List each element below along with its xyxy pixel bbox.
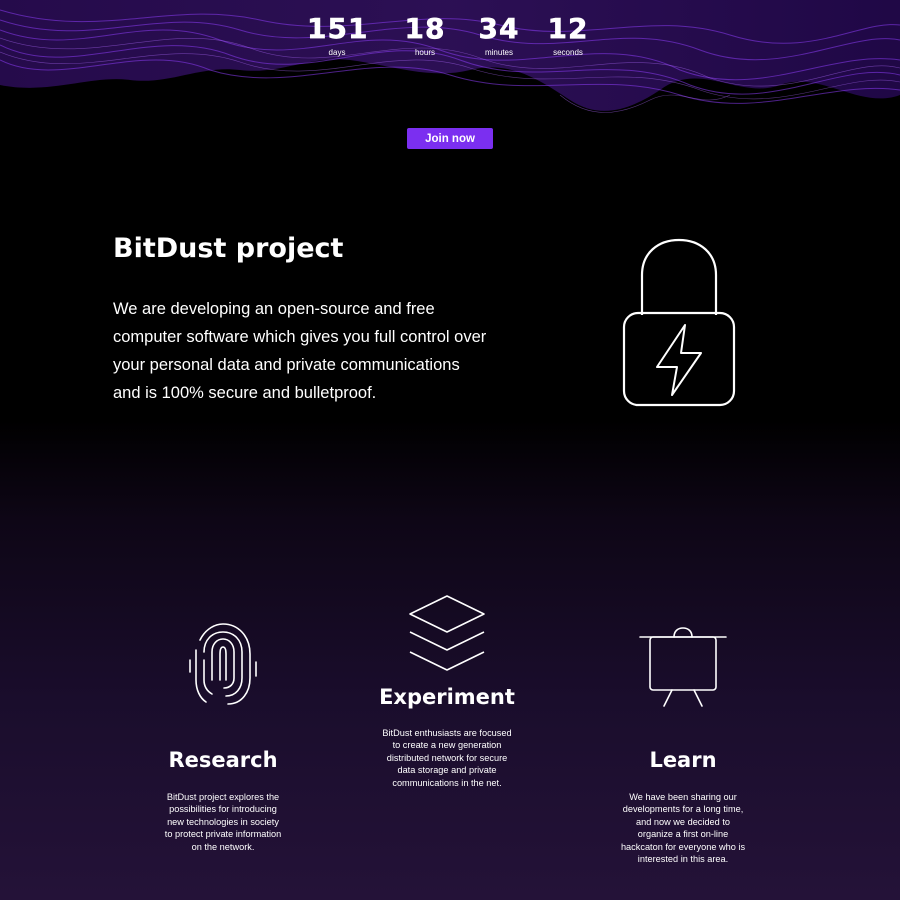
hero-description: We are developing an open-source and fre… [113,295,543,407]
hero-description-line: your personal data and private communica… [113,356,460,374]
feature-text-line: distributed network for secure [386,752,508,763]
feature-text-line: developments for a long time, [622,804,744,815]
countdown-minutes-value: 34 [478,12,520,46]
countdown-timer: 151 days 18 hours 34 minutes 12 seconds [0,12,900,72]
countdown-hours: 18 hours [395,12,455,58]
feature-research-title: Research [168,748,278,772]
feature-text-line: hackcaton for everyone who is [620,841,746,852]
hero-description-line: computer software which gives you full c… [113,328,487,346]
feature-text-line: new technologies in society [167,816,279,827]
feature-text-line: We have been sharing our [629,792,737,802]
feature-experiment-text: BitDust enthusiasts are focused to creat… [372,727,522,789]
feature-experiment: Experiment BitDust enthusiasts are focus… [367,592,527,789]
feature-learn: Learn We have been sharing our developme… [603,627,763,865]
feature-text-line: interested in this area. [637,854,729,865]
hero-description-line: We are developing an open-source and fre… [113,300,435,318]
layers-icon [409,595,485,671]
feature-text-line: to protect private information [164,829,282,840]
join-now-button[interactable]: Join now [407,128,493,149]
countdown-minutes-label: minutes [484,48,513,57]
lock-bolt-icon [622,238,736,407]
countdown-days-label: days [328,48,346,57]
hero-title: BitDust project [113,233,344,264]
countdown-seconds-label: seconds [553,48,583,57]
countdown-days: 151 days [307,12,369,58]
fingerprint-icon [189,623,257,705]
feature-research: Research BitDust project explores the po… [143,620,303,853]
feature-learn-text: We have been sharing our developments fo… [613,791,753,865]
feature-text-line: BitDust enthusiasts are focused [382,728,512,738]
countdown-days-value: 151 [307,12,369,46]
feature-text-line: data storage and private [397,765,497,776]
feature-text-line: and now we decided to [636,816,730,827]
presentation-board-icon [639,627,727,707]
countdown-seconds: 12 seconds [538,12,598,58]
countdown-hours-value: 18 [404,12,446,46]
feature-research-text: BitDust project explores the possibiliti… [153,791,293,853]
hero-description-line: and is 100% secure and bulletproof. [113,384,377,402]
feature-text-line: on the network. [191,841,255,852]
feature-text-line: organize a first on-line [637,829,729,840]
countdown-seconds-value: 12 [547,12,589,46]
feature-text-line: BitDust project explores the [166,792,280,802]
feature-learn-title: Learn [649,748,717,772]
feature-text-line: to create a new generation [392,740,502,751]
countdown-hours-label: hours [414,48,435,57]
feature-experiment-title: Experiment [379,685,515,709]
feature-text-line: possibilities for introducing [169,804,277,815]
feature-text-line: communications in the net. [392,777,502,788]
countdown-minutes: 34 minutes [468,12,530,58]
